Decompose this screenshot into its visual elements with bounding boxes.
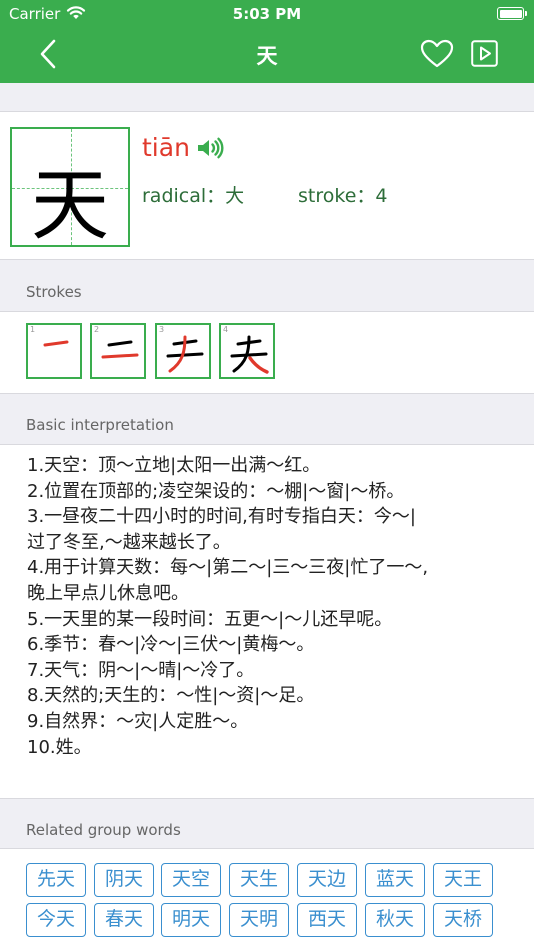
interpretation-line: 6.季节：春～|冷～|三伏～|黄梅～。	[27, 634, 315, 656]
heart-icon[interactable]	[420, 39, 454, 69]
battery-icon	[497, 7, 527, 20]
word-chip[interactable]: 秋天	[365, 903, 425, 937]
stroke-label: stroke：	[298, 185, 376, 207]
word-chip[interactable]: 今天	[26, 903, 86, 937]
interpretation-line: 7.天气：阴～|～晴|～冷了。	[27, 659, 255, 681]
word-chip[interactable]: 天边	[297, 863, 357, 897]
app-screen: Carrier 5:03 PM 天 天 tiān radical：大 strok…	[0, 0, 534, 950]
speaker-icon[interactable]	[196, 137, 224, 159]
stroke-diagram	[101, 340, 139, 359]
interpretation-line: 9.自然界：～灾|人定胜～。	[27, 710, 249, 732]
character-glyph: 天	[30, 161, 109, 251]
related-words-heading: Related group words	[26, 821, 181, 839]
interpretation-heading: Basic interpretation	[26, 416, 174, 434]
interpretation-line: 10.姓。	[27, 736, 92, 758]
stroke-count: 4	[375, 185, 388, 207]
word-chip[interactable]: 蓝天	[365, 863, 425, 897]
stroke-diagram	[230, 335, 269, 374]
interpretation-line: 1.天空：顶～立地|太阳一出满～红。	[27, 455, 321, 476]
interpretation-text: 1.天空：顶～立地|太阳一出满～红。 2.位置在顶部的;凌空架设的：～棚|～窗|…	[27, 453, 527, 760]
interpretation-line: 晚上早点儿休息吧。	[27, 582, 189, 604]
word-chip[interactable]: 阴天	[94, 863, 154, 897]
stroke-step[interactable]: 2	[90, 323, 146, 379]
interpretation-line: 5.一天里的某一段时间：五更～|～儿还早呢。	[27, 608, 393, 630]
interpretation-line: 8.天然的;天生的：～性|～资|～足。	[27, 685, 315, 707]
top-bar: Carrier 5:03 PM 天	[0, 0, 534, 83]
status-bar: Carrier 5:03 PM	[0, 0, 534, 28]
word-chip[interactable]: 西天	[297, 903, 357, 937]
stroke-diagram	[166, 335, 204, 373]
interpretation-line: 2.位置在顶部的;凌空架设的：～棚|～窗|～桥。	[27, 480, 405, 502]
interpretation-line: 4.用于计算天数：每～|第二～|三～三夜|忙了一～,	[27, 557, 429, 579]
play-icon[interactable]	[471, 40, 498, 67]
stroke-diagram	[43, 340, 69, 347]
character-grid: 天	[10, 127, 130, 251]
word-chip[interactable]: 天明	[229, 903, 289, 937]
stroke-step[interactable]: 3	[155, 323, 211, 379]
chevron-left-icon[interactable]	[30, 36, 66, 72]
strokes-heading: Strokes	[26, 283, 82, 301]
word-chip[interactable]: 天桥	[433, 903, 493, 937]
word-chip[interactable]: 明天	[161, 903, 221, 937]
stroke-info: stroke：4	[298, 181, 387, 208]
stroke-step[interactable]: 1	[26, 323, 82, 379]
radical-label: radical：	[142, 185, 226, 207]
word-chip[interactable]: 先天	[26, 863, 86, 897]
pinyin-label: tiān	[142, 133, 190, 162]
stroke-step[interactable]: 4	[219, 323, 275, 379]
word-chip[interactable]: 天空	[161, 863, 221, 897]
word-chip[interactable]: 春天	[94, 903, 154, 937]
interpretation-line: 3.一昼夜二十四小时的时间,有时专指白天：今～|	[27, 506, 416, 528]
radical-info: radical：大	[142, 181, 244, 208]
interpretation-line: 过了冬至,～越来越长了。	[27, 531, 231, 553]
radical-value: 大	[225, 185, 245, 207]
word-chip[interactable]: 天生	[229, 863, 289, 897]
word-chip[interactable]: 天王	[433, 863, 493, 897]
status-time: 5:03 PM	[232, 5, 302, 23]
